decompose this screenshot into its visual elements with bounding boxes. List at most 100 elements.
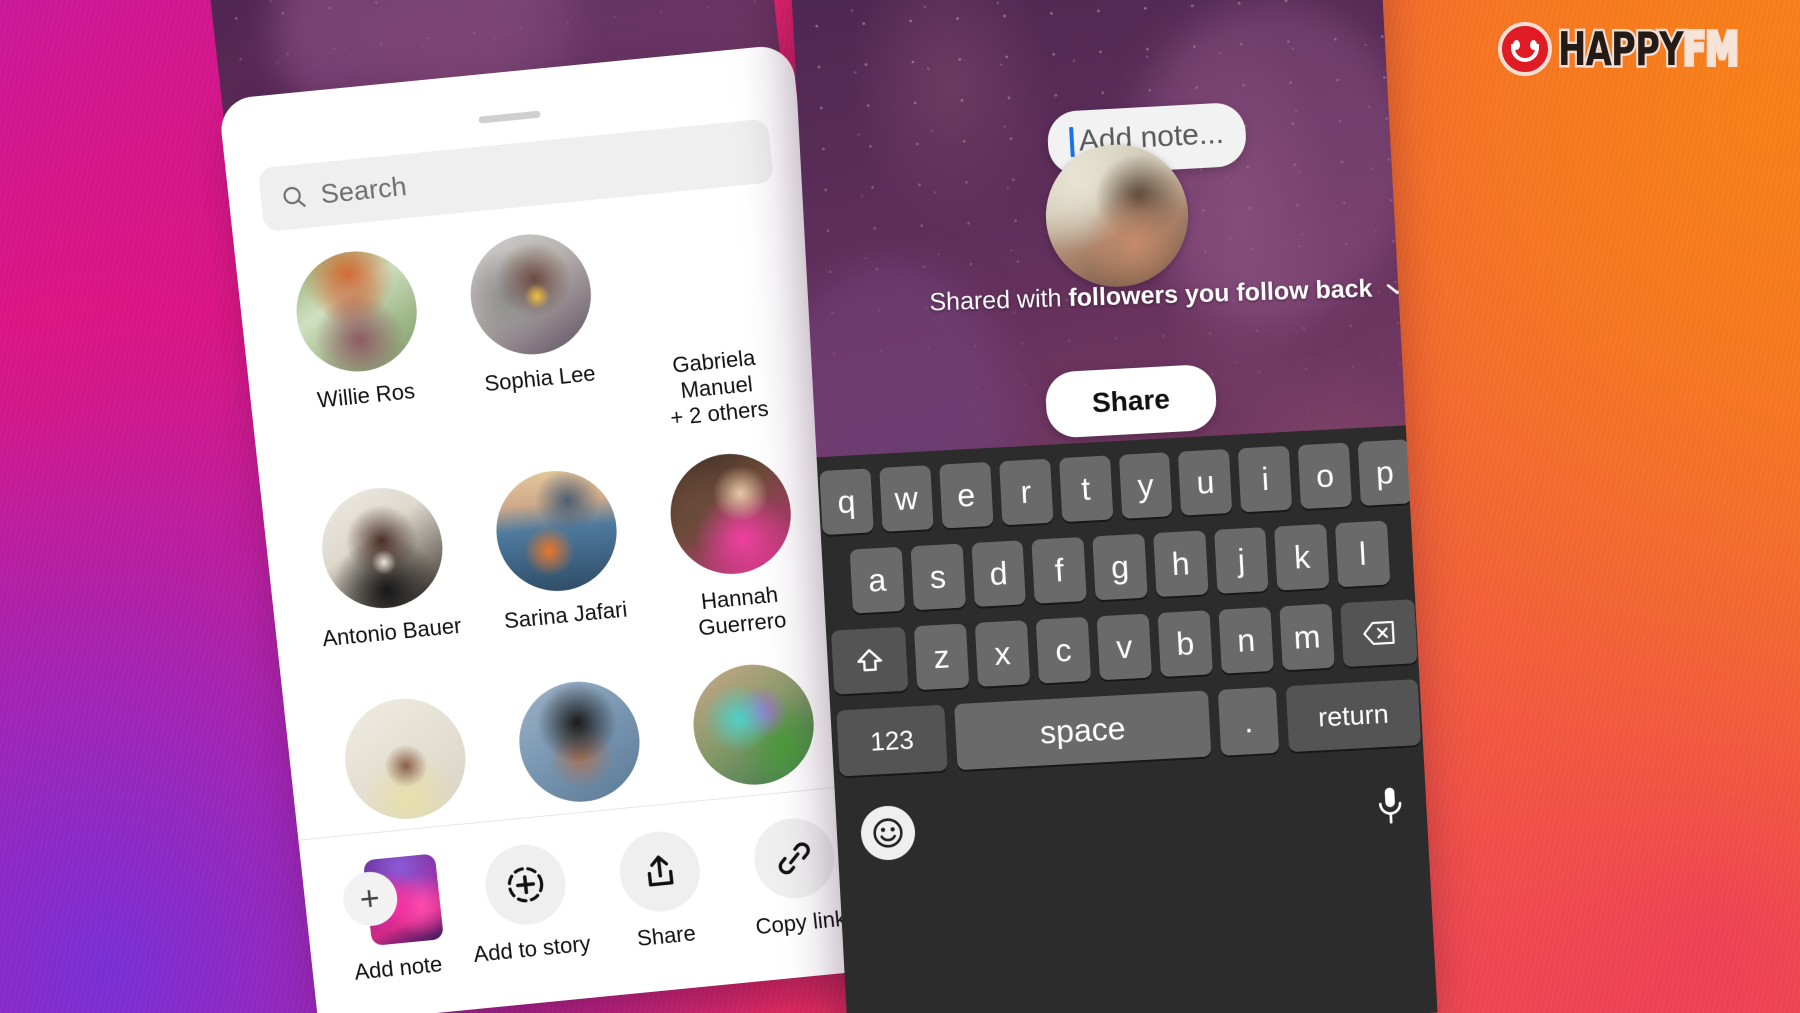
logo-smile (1511, 44, 1540, 62)
person-name: Sarina Jafari (502, 596, 629, 634)
share-button[interactable]: Share (1044, 363, 1218, 439)
action-label: Copy link (754, 905, 848, 940)
key-o[interactable]: o (1297, 442, 1353, 510)
person-item[interactable]: Sarina Jafari (463, 463, 657, 663)
person-item-group[interactable]: Gabriela Manuel + 2 others (611, 209, 808, 435)
key-b[interactable]: b (1157, 610, 1213, 677)
shift-key[interactable] (831, 626, 909, 695)
action-share[interactable]: Share (592, 826, 731, 956)
microphone-icon[interactable] (1373, 783, 1407, 829)
backspace-icon (1363, 620, 1395, 645)
action-label: Add note (353, 951, 444, 985)
search-icon (283, 186, 306, 207)
key-h[interactable]: h (1153, 530, 1209, 598)
logo-happy-text: HAPPY (1556, 22, 1686, 76)
avatar (339, 693, 472, 825)
key-u[interactable]: u (1178, 448, 1233, 516)
happyfm-logo: HAPPYFM (1498, 22, 1778, 76)
emoji-key[interactable] (859, 804, 917, 862)
key-n[interactable]: n (1218, 606, 1274, 674)
key-y[interactable]: y (1118, 452, 1173, 519)
key-q[interactable]: q (819, 468, 874, 536)
drag-handle[interactable] (478, 110, 541, 124)
keyboard-row-2: a s d f g h j k l (824, 519, 1417, 615)
avatar (464, 228, 598, 360)
person-item[interactable] (486, 673, 673, 809)
user-avatar (1042, 140, 1192, 291)
person-name: Willie Ros (316, 378, 417, 413)
return-key[interactable]: return (1285, 679, 1422, 753)
key-z[interactable]: z (913, 623, 970, 691)
person-item[interactable]: Hannah Guerrero (637, 446, 831, 646)
shift-icon (857, 649, 883, 672)
key-m[interactable]: m (1279, 603, 1335, 671)
note-thumbnail-wrap: + (339, 853, 444, 948)
logo-fm-text: FM (1681, 22, 1740, 76)
keyboard-row-3: z x c v b n m (828, 599, 1421, 695)
key-r[interactable]: r (998, 458, 1054, 526)
action-circle (615, 827, 704, 916)
period-key[interactable]: . (1217, 686, 1280, 756)
person-name: Gabriela Manuel + 2 others (633, 341, 801, 434)
key-j[interactable]: j (1213, 527, 1269, 594)
person-name: Sophia Lee (483, 360, 597, 397)
person-item[interactable]: Sophia Lee (437, 226, 634, 452)
person-name-line1: Gabriela Manuel (671, 344, 757, 404)
key-g[interactable]: g (1092, 533, 1148, 601)
people-icon (918, 292, 919, 314)
person-item[interactable]: Willie Ros (264, 243, 460, 469)
key-a[interactable]: a (849, 546, 905, 614)
key-i[interactable]: i (1238, 445, 1293, 513)
key-c[interactable]: c (1035, 616, 1092, 684)
person-name: Hannah Guerrero (697, 581, 788, 641)
logo-wordmark: HAPPYFM (1556, 24, 1741, 75)
audience-prefix: Shared with (929, 284, 1069, 317)
search-input[interactable]: Search (257, 118, 775, 233)
action-label: Add to story (472, 930, 592, 968)
avatar (290, 245, 424, 377)
search-placeholder: Search (319, 170, 409, 209)
avatar (513, 676, 646, 808)
key-d[interactable]: d (971, 540, 1027, 607)
keyboard-bottom-bar (837, 761, 1430, 863)
backspace-key[interactable] (1340, 599, 1418, 668)
share-upload-icon (647, 855, 674, 887)
action-add-note[interactable]: + Add note (323, 852, 463, 988)
person-name: Antonio Bauer (321, 612, 463, 652)
action-circle (749, 814, 838, 903)
avatar (664, 448, 797, 580)
key-e[interactable]: e (938, 461, 994, 529)
space-key[interactable]: space (954, 690, 1212, 771)
avatar-stack (629, 211, 782, 344)
key-t[interactable]: t (1058, 455, 1113, 523)
action-circle (480, 841, 570, 929)
person-item[interactable] (312, 690, 499, 826)
link-icon (778, 842, 810, 875)
key-s[interactable]: s (910, 543, 966, 611)
avatar (316, 482, 449, 614)
avatar (687, 658, 820, 790)
share-sheet: Search Willie Ros Sophia Lee Gabriela Ma… (218, 43, 892, 1013)
smiley-face-icon (1498, 22, 1553, 76)
add-to-story-icon (507, 867, 543, 903)
action-label: Share (635, 920, 697, 951)
key-p[interactable]: p (1357, 439, 1412, 506)
action-add-to-story[interactable]: Add to story (458, 839, 597, 969)
story-screen: Add note... Shared with followers you fo… (790, 0, 1438, 1013)
keyboard-row-1: q w e r t y u i o p (819, 439, 1412, 536)
emoji-icon (873, 818, 903, 848)
person-item[interactable]: Antonio Bauer (289, 480, 483, 680)
avatar (490, 465, 623, 597)
person-item[interactable] (660, 656, 847, 792)
key-v[interactable]: v (1096, 613, 1153, 681)
keyboard-row-4: 123 space . return (832, 679, 1425, 777)
story-composer-phone: Add note... Shared with followers you fo… (790, 0, 1438, 1013)
key-k[interactable]: k (1274, 523, 1330, 591)
people-grid: Willie Ros Sophia Lee Gabriela Manuel + … (264, 209, 847, 827)
key-l[interactable]: l (1335, 520, 1391, 588)
key-x[interactable]: x (974, 620, 1031, 687)
key-w[interactable]: w (879, 465, 934, 532)
share-sheet-phone: Search Willie Ros Sophia Lee Gabriela Ma… (218, 43, 892, 1013)
numbers-key[interactable]: 123 (836, 704, 948, 777)
key-f[interactable]: f (1031, 536, 1087, 604)
